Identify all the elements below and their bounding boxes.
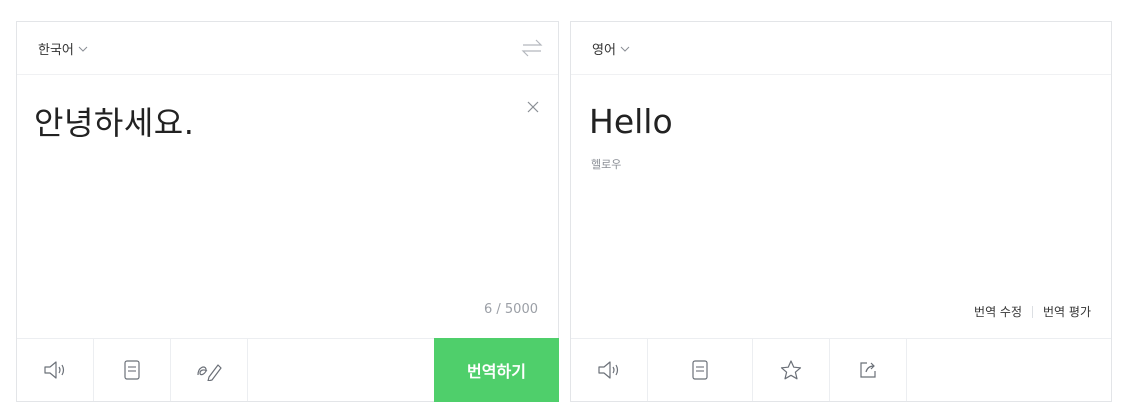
source-language-label: 한국어 bbox=[38, 43, 74, 58]
translate-button[interactable]: 번역하기 bbox=[434, 338, 559, 402]
translated-text: Hello bbox=[589, 102, 673, 141]
result-links: 번역 수정 번역 평가 bbox=[974, 303, 1091, 320]
chevron-down-icon bbox=[620, 46, 630, 52]
character-counter: 6 / 5000 bbox=[484, 302, 538, 317]
source-panel: 한국어 안녕하세요. 6 / 5000 번역하기 bbox=[16, 21, 559, 402]
handwriting-button[interactable] bbox=[171, 339, 248, 401]
listen-source-button[interactable] bbox=[17, 339, 94, 401]
favorite-button[interactable] bbox=[753, 339, 830, 401]
vocabulary-target-button[interactable] bbox=[648, 339, 753, 401]
target-toolbar bbox=[571, 338, 1111, 401]
target-language-label: 영어 bbox=[592, 43, 616, 58]
link-divider bbox=[1032, 305, 1034, 318]
vocabulary-source-button[interactable] bbox=[94, 339, 171, 401]
pronunciation-text: 헬로우 bbox=[591, 158, 622, 171]
chevron-down-icon bbox=[78, 46, 88, 52]
target-language-selector[interactable]: 영어 bbox=[592, 39, 630, 58]
swap-languages-icon[interactable] bbox=[520, 37, 544, 59]
speaker-icon bbox=[44, 361, 65, 379]
share-button[interactable] bbox=[830, 339, 907, 401]
speaker-icon bbox=[598, 361, 619, 379]
source-text-input[interactable]: 안녕하세요. bbox=[34, 98, 194, 144]
clear-icon[interactable] bbox=[526, 100, 540, 114]
handwriting-icon bbox=[197, 364, 222, 381]
target-panel: 영어 Hello 헬로우 번역 수정 번역 평가 bbox=[570, 21, 1112, 402]
source-language-selector[interactable]: 한국어 bbox=[38, 39, 88, 58]
source-header: 한국어 bbox=[17, 22, 558, 75]
notes-icon bbox=[692, 360, 708, 380]
notes-icon bbox=[124, 360, 140, 380]
share-icon bbox=[860, 362, 876, 378]
star-icon bbox=[780, 360, 802, 380]
edit-translation-link[interactable]: 번역 수정 bbox=[974, 303, 1022, 320]
target-header: 영어 bbox=[571, 22, 1111, 75]
listen-target-button[interactable] bbox=[571, 339, 648, 401]
rate-translation-link[interactable]: 번역 평가 bbox=[1043, 303, 1091, 320]
